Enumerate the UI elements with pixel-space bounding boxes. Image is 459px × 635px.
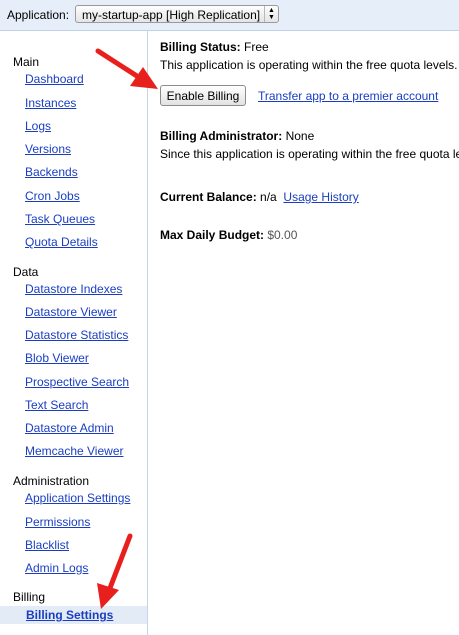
billing-status-value: Free: [244, 40, 269, 54]
sidebar-item-permissions[interactable]: Permissions: [25, 515, 90, 529]
billing-admin-value: None: [285, 129, 315, 143]
current-balance-label: Current Balance:: [160, 190, 257, 204]
application-bar: Application: my-startup-app [High Replic…: [0, 0, 459, 31]
sidebar-item-instances[interactable]: Instances: [25, 96, 76, 110]
billing-status-label: Billing Status:: [160, 40, 241, 54]
sidebar-item-blacklist[interactable]: Blacklist: [25, 538, 69, 552]
current-balance-row: Current Balance: n/a Usage History: [160, 190, 359, 204]
sidebar-item-datastore-admin[interactable]: Datastore Admin: [25, 421, 114, 435]
application-select-value: my-startup-app [High Replication]: [82, 8, 261, 22]
sidebar-item-datastore-indexes[interactable]: Datastore Indexes: [25, 282, 122, 296]
billing-admin-label: Billing Administrator:: [160, 129, 283, 143]
max-budget-row: Max Daily Budget: $0.00: [160, 228, 297, 242]
sidebar-item-datastore-viewer[interactable]: Datastore Viewer: [25, 305, 117, 319]
max-budget-value: $0.00: [267, 228, 298, 242]
billing-status-row: Billing Status: Free: [160, 40, 269, 54]
application-label: Application:: [7, 8, 70, 22]
sidebar-item-versions[interactable]: Versions: [25, 142, 71, 156]
sidebar-item-admin-logs[interactable]: Admin Logs: [25, 561, 88, 575]
sidebar-item-backends[interactable]: Backends: [25, 165, 78, 179]
sidebar-item-blob-viewer[interactable]: Blob Viewer: [25, 351, 89, 365]
billing-content: Billing Status: Free This application is…: [160, 31, 459, 635]
sidebar-section-main: Main: [13, 55, 40, 69]
select-arrows-icon: ▲ ▼: [264, 6, 278, 22]
sidebar-item-task-queues[interactable]: Task Queues: [25, 212, 95, 226]
billing-admin-row: Billing Administrator: None: [160, 129, 314, 143]
sidebar-item-application-settings[interactable]: Application Settings: [25, 491, 130, 505]
application-select[interactable]: my-startup-app [High Replication] ▲ ▼: [75, 5, 279, 23]
admin-description: Since this application is operating with…: [160, 147, 459, 161]
status-description: This application is operating within the…: [160, 58, 458, 72]
sidebar-item-prospective-search[interactable]: Prospective Search: [25, 375, 129, 389]
sidebar-section-administration: Administration: [13, 474, 90, 488]
enable-billing-button[interactable]: Enable Billing: [160, 85, 246, 106]
sidebar-item-text-search[interactable]: Text Search: [25, 398, 88, 412]
usage-history-link[interactable]: Usage History: [283, 190, 358, 204]
sidebar-item-quota-details[interactable]: Quota Details: [25, 235, 98, 249]
sidebar-item-logs[interactable]: Logs: [25, 119, 51, 133]
max-budget-label: Max Daily Budget:: [160, 228, 265, 242]
sidebar-item-cron-jobs[interactable]: Cron Jobs: [25, 189, 80, 203]
transfer-premier-link[interactable]: Transfer app to a premier account: [258, 89, 438, 103]
sidebar-section-billing: Billing: [13, 590, 46, 604]
sidebar-item-dashboard[interactable]: Dashboard: [25, 72, 84, 86]
sidebar-item-memcache-viewer[interactable]: Memcache Viewer: [25, 444, 123, 458]
sidebar-section-data: Data: [13, 265, 39, 279]
sidebar-item-datastore-statistics[interactable]: Datastore Statistics: [25, 328, 128, 342]
current-balance-value: n/a: [260, 190, 277, 204]
sidebar-item-billing-settings[interactable]: Billing Settings: [0, 606, 147, 624]
sidebar-nav: Main Dashboard Instances Logs Versions B…: [0, 31, 148, 635]
